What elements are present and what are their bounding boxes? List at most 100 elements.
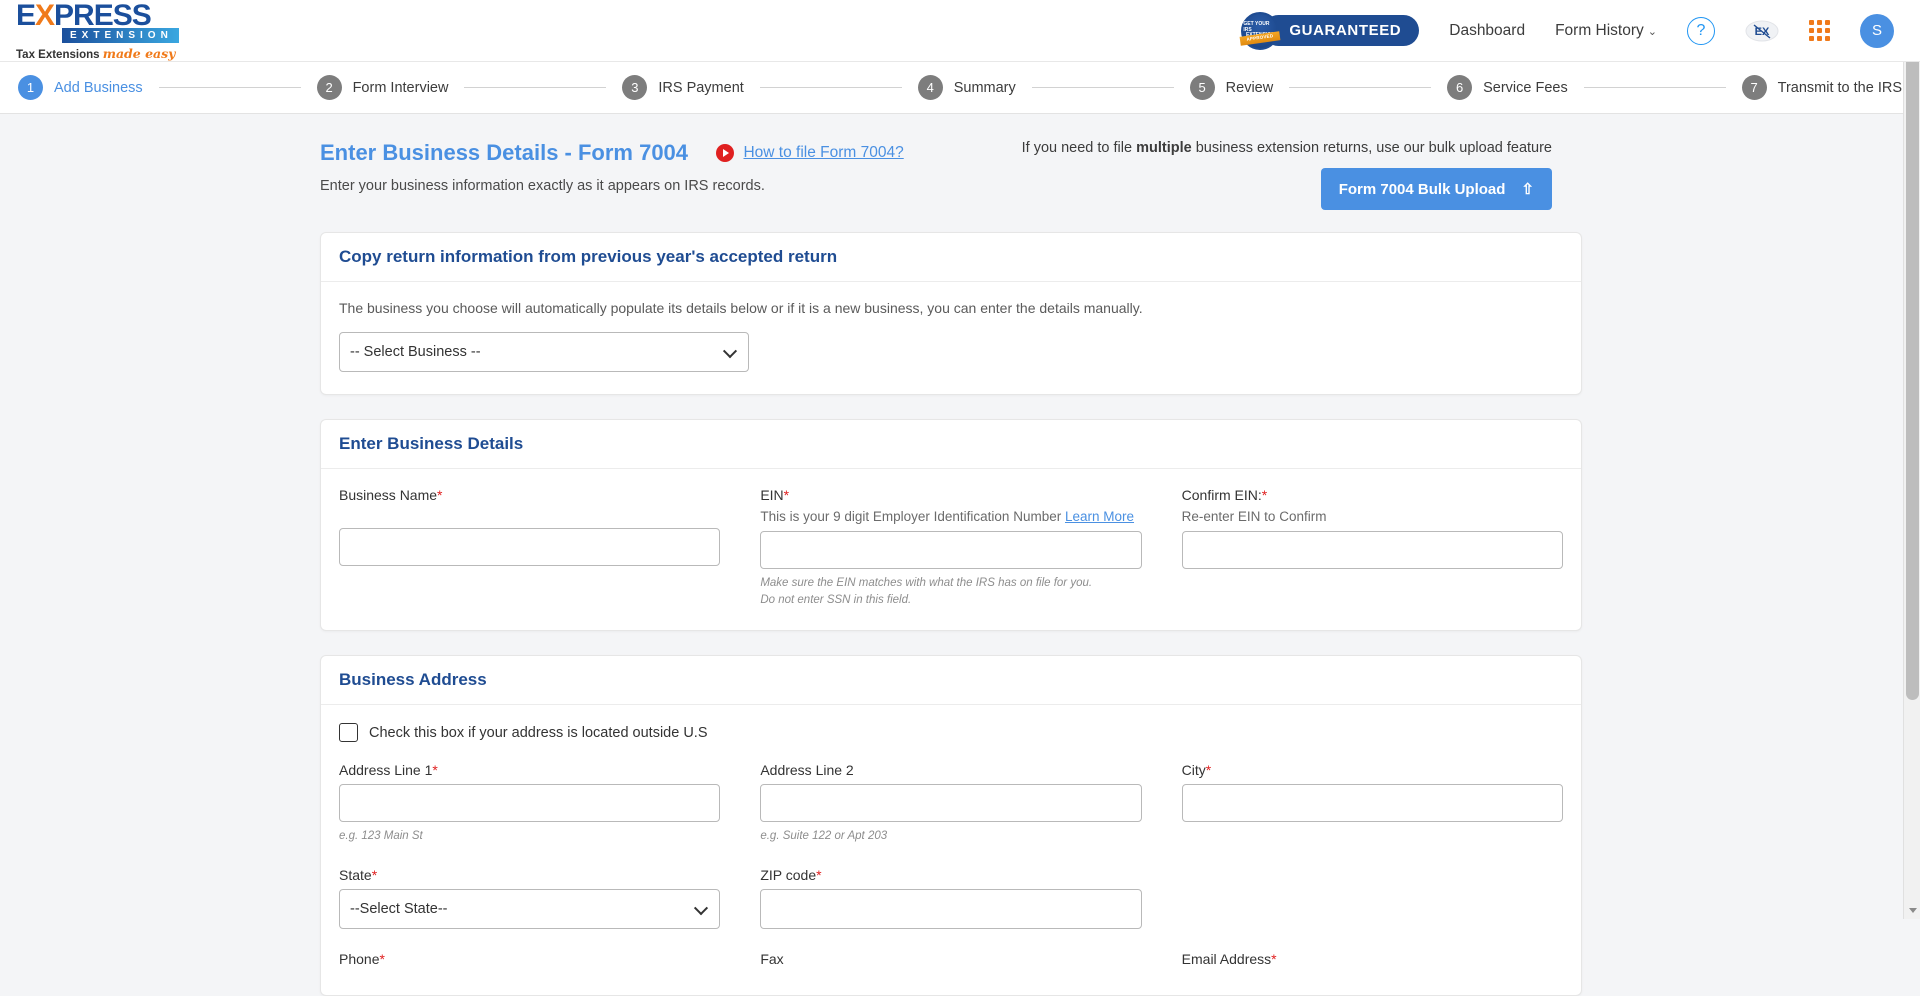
how-to-file-link[interactable]: How to file Form 7004? <box>743 144 903 162</box>
step-label: IRS Payment <box>658 79 744 96</box>
address-line-2-group: Address Line 2 e.g. Suite 122 or Apt 203 <box>760 762 1142 845</box>
grid-dot <box>1817 20 1822 25</box>
apps-grid-icon[interactable] <box>1809 20 1830 41</box>
nav-form-history-label: Form History <box>1555 21 1644 39</box>
logo-wordmark: EXPRESS <box>16 0 179 32</box>
business-name-input[interactable] <box>339 528 721 566</box>
address-line-1-input[interactable] <box>339 784 721 823</box>
step-irs-payment[interactable]: 3 IRS Payment <box>622 75 744 100</box>
grid-dot <box>1809 36 1814 41</box>
ein-learn-more-link[interactable]: Learn More <box>1065 509 1134 524</box>
logo-extension-badge: EXTENSION <box>62 27 179 43</box>
business-name-label: Business Name* <box>339 487 720 503</box>
user-avatar[interactable]: S <box>1860 13 1894 48</box>
required-asterisk: * <box>1271 951 1277 968</box>
address-line-2-label: Address Line 2 <box>760 762 854 779</box>
grid-dot <box>1817 28 1822 33</box>
city-group: City* <box>1181 762 1563 845</box>
business-name-field-group: Business Name* <box>339 487 721 608</box>
chevron-down-icon: ⌄ <box>1647 25 1657 38</box>
step-connector <box>1289 87 1432 88</box>
ein-input[interactable] <box>760 531 1142 569</box>
help-icon[interactable]: ? <box>1687 16 1715 45</box>
logo-x-letter: X <box>35 0 55 32</box>
vertical-scrollbar[interactable] <box>1903 0 1920 919</box>
bulk-note-post: business extension returns, use our bulk… <box>1191 140 1552 156</box>
required-asterisk: * <box>371 867 378 884</box>
address-line-1-hint: e.g. 123 Main St <box>339 830 423 843</box>
step-transmit-to-irs[interactable]: 7 Transmit to the IRS <box>1741 75 1903 100</box>
outside-us-checkbox[interactable] <box>339 723 358 743</box>
step-connector <box>1031 87 1174 88</box>
brand-logo[interactable]: EXPRESS EXTENSION Tax Extensions made ea… <box>16 0 179 61</box>
confirm-ein-label-text: Confirm EIN: <box>1181 487 1262 503</box>
grid-dot <box>1825 28 1830 33</box>
select-business-wrap: -- Select Business -- <box>339 332 749 372</box>
video-play-icon <box>716 144 735 162</box>
state-select-wrap: --Select State-- <box>339 889 721 930</box>
zip-input[interactable] <box>760 889 1142 930</box>
chat-support-icon[interactable]: EX <box>1745 18 1779 44</box>
email-label: Email Address* <box>1182 951 1563 967</box>
tagline-italic: made easy <box>102 45 176 61</box>
confirm-ein-input[interactable] <box>1181 531 1563 569</box>
email-label-text: Email Address <box>1181 951 1272 968</box>
step-connector <box>158 87 301 88</box>
business-details-panel: Enter Business Details Business Name* EI… <box>320 419 1582 632</box>
address-row-3: Phone* Fax Email Address* <box>339 951 1563 973</box>
chat-cloud-icon: EX <box>1745 20 1779 41</box>
business-address-heading: Business Address <box>321 656 1581 706</box>
nav-dashboard[interactable]: Dashboard <box>1449 22 1525 40</box>
copy-return-helper-text: The business you choose will automatical… <box>339 300 1143 316</box>
zip-group: ZIP code* <box>760 867 1142 930</box>
step-form-interview[interactable]: 2 Form Interview <box>316 75 448 100</box>
outside-us-checkbox-label: Check this box if your address is locate… <box>369 724 708 741</box>
zip-label-text: ZIP code <box>760 867 817 884</box>
step-label: Transmit to the IRS <box>1777 79 1903 96</box>
ein-hint-line-2: Do not enter SSN in this field. <box>760 593 912 606</box>
step-number: 4 <box>917 75 943 100</box>
page-subtitle: Enter your business information exactly … <box>320 178 765 194</box>
select-business-dropdown[interactable]: -- Select Business -- <box>339 332 749 372</box>
ein-label-text: EIN <box>760 487 784 503</box>
state-label-text: State <box>339 867 372 884</box>
step-label: Summary <box>953 79 1016 96</box>
step-add-business[interactable]: 1 Add Business <box>18 75 143 100</box>
help-glyph: ? <box>1696 21 1706 39</box>
nav-form-history[interactable]: Form History ⌄ <box>1555 22 1657 40</box>
required-asterisk: * <box>783 487 790 503</box>
step-service-fees[interactable]: 6 Service Fees <box>1447 75 1568 100</box>
guaranteed-label: GUARANTEED <box>1263 15 1420 46</box>
page-content: Enter Business Details - Form 7004 How t… <box>0 114 1920 996</box>
step-review[interactable]: 5 Review <box>1189 75 1273 100</box>
business-details-row: Business Name* EIN* This is your 9 digit… <box>339 487 1563 608</box>
upload-icon: ⇧ <box>1521 181 1534 198</box>
outside-us-checkbox-row[interactable]: Check this box if your address is locate… <box>339 723 1563 743</box>
business-details-body: Business Name* EIN* This is your 9 digit… <box>321 469 1581 630</box>
address-line-1-group: Address Line 1* e.g. 123 Main St <box>339 762 721 845</box>
state-group: State* --Select State-- <box>339 867 721 930</box>
copy-return-panel: Copy return information from previous ye… <box>320 232 1582 395</box>
scrollbar-thumb[interactable] <box>1906 20 1919 700</box>
address-line-1-label-text: Address Line 1 <box>339 762 433 779</box>
top-navigation-right: GET YOUR IRS EXTENSION APPROVED GUARANTE… <box>1239 11 1894 51</box>
required-asterisk: * <box>1261 487 1268 503</box>
how-to-file-link-wrap[interactable]: How to file Form 7004? <box>716 144 904 162</box>
page-header: Enter Business Details - Form 7004 How t… <box>0 114 1920 210</box>
state-select[interactable]: --Select State-- <box>339 889 721 930</box>
required-asterisk: * <box>816 867 822 884</box>
step-connector <box>759 87 902 88</box>
bulk-upload-button[interactable]: Form 7004 Bulk Upload ⇧ <box>1320 168 1552 210</box>
step-number: 3 <box>622 75 648 100</box>
scroll-down-arrow-icon[interactable] <box>1904 902 1920 919</box>
email-group: Email Address* <box>1182 951 1563 973</box>
confirm-ein-sublabel: Re-enter EIN to Confirm <box>1181 509 1327 524</box>
avatar-initial: S <box>1871 22 1882 39</box>
bulk-note-bold: multiple <box>1136 140 1192 156</box>
address-line-2-input[interactable] <box>760 784 1142 823</box>
step-number: 1 <box>18 75 43 100</box>
city-input[interactable] <box>1181 784 1563 823</box>
step-number: 7 <box>1741 75 1767 100</box>
step-label: Service Fees <box>1483 79 1568 96</box>
step-summary[interactable]: 4 Summary <box>917 75 1016 100</box>
